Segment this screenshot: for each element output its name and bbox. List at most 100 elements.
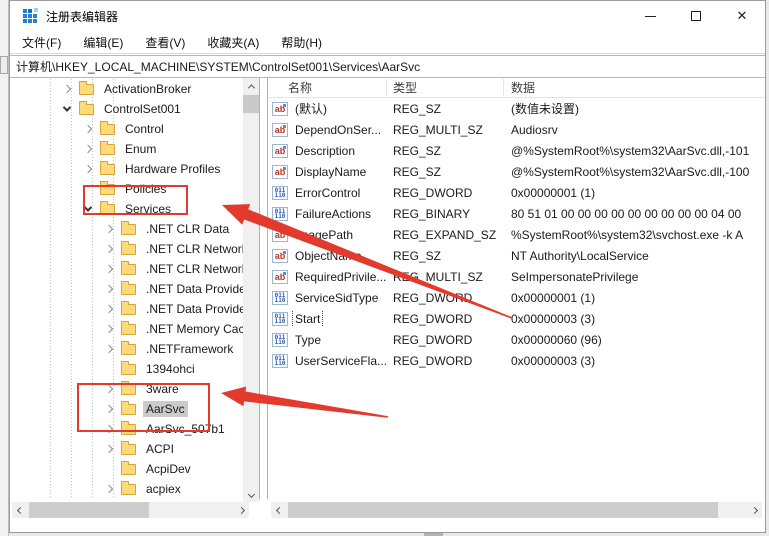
tree-item-net-clr-networking[interactable]: .NET CLR Networki (10, 239, 243, 259)
list-horizontal-scrollbar[interactable] (271, 502, 762, 518)
tree-item-net-memory-cache[interactable]: .NET Memory Cach (10, 319, 243, 339)
chevron-right-icon[interactable] (63, 85, 71, 93)
address-path: 计算机\HKEY_LOCAL_MACHINE\SYSTEM\ControlSet… (16, 58, 420, 75)
tree-item-acpiex[interactable]: acpiex (10, 479, 243, 499)
tree-item-1394ohci[interactable]: 1394ohci (10, 359, 243, 379)
scroll-left-icon[interactable] (12, 502, 28, 518)
tree-item-label: AcpiDev (143, 461, 194, 477)
scroll-down-icon[interactable] (243, 486, 259, 502)
tree-item-controlset001[interactable]: ControlSet001 (10, 99, 243, 119)
value-row-failureactions[interactable]: 011110FailureActionsREG_BINARY80 51 01 0… (268, 203, 765, 224)
value-row-displayname[interactable]: abDisplayNameREG_SZ@%SystemRoot%\system3… (268, 161, 765, 182)
folder-icon (121, 424, 136, 435)
scroll-right-icon[interactable] (746, 502, 762, 518)
value-name: Description (293, 143, 357, 159)
value-row-description[interactable]: abDescriptionREG_SZ@%SystemRoot%\system3… (268, 140, 765, 161)
menu-help[interactable]: 帮助(H) (281, 34, 322, 51)
tree-item-acpi[interactable]: ACPI (10, 439, 243, 459)
chevron-right-icon[interactable] (105, 225, 113, 233)
chevron-down-icon[interactable] (84, 203, 92, 211)
chevron-right-icon[interactable] (105, 265, 113, 273)
tree-item-netframework[interactable]: .NETFramework (10, 339, 243, 359)
close-button[interactable]: ✕ (719, 1, 765, 31)
menu-edit[interactable]: 编辑(E) (83, 34, 123, 51)
column-header-data[interactable]: 数据 (504, 79, 765, 96)
value-row-imagepath[interactable]: abImagePathREG_EXPAND_SZ%SystemRoot%\sys… (268, 224, 765, 245)
tree-item-label: AarSvc (143, 401, 188, 417)
tree-rows: ActivationBroker ControlSet001 Control E… (10, 79, 243, 499)
tree-item-policies[interactable]: Policies (10, 179, 243, 199)
scroll-left-icon[interactable] (271, 502, 287, 518)
tree-item-services[interactable]: Services (10, 199, 243, 219)
value-row-errorcontrol[interactable]: 011110ErrorControlREG_DWORD0x00000001 (1… (268, 182, 765, 203)
menu-file[interactable]: 文件(F) (22, 34, 61, 51)
tree-vertical-scrollbar[interactable] (243, 78, 259, 502)
tree-item-aarsvc[interactable]: AarSvc (10, 399, 243, 419)
titlebar[interactable]: 注册表编辑器 ✕ (10, 1, 765, 31)
value-row-requiredprivileges[interactable]: abRequiredPrivile...REG_MULTI_SZSeImpers… (268, 266, 765, 287)
menu-favorites[interactable]: 收藏夹(A) (207, 34, 259, 51)
folder-icon (100, 184, 115, 195)
chevron-right-icon[interactable] (84, 165, 92, 173)
tree-item-net-data-provider-2[interactable]: .NET Data Provider (10, 299, 243, 319)
tree-hscroll-thumb[interactable] (29, 502, 149, 518)
scroll-right-icon[interactable] (233, 502, 249, 518)
tree-item-3ware[interactable]: 3ware (10, 379, 243, 399)
chevron-right-icon[interactable] (105, 285, 113, 293)
value-type: REG_EXPAND_SZ (387, 228, 504, 242)
chevron-right-icon[interactable] (105, 385, 113, 393)
tree-item-net-data-provider[interactable]: .NET Data Provider (10, 279, 243, 299)
value-row-dependonservice[interactable]: abDependOnSer...REG_MULTI_SZAudiosrv (268, 119, 765, 140)
minimize-button[interactable] (627, 1, 673, 31)
value-type: REG_SZ (387, 144, 504, 158)
tree-item-control[interactable]: Control (10, 119, 243, 139)
chevron-right-icon[interactable] (84, 125, 92, 133)
maximize-button[interactable] (673, 1, 719, 31)
tree-item-net-clr-networking-2[interactable]: .NET CLR Networki (10, 259, 243, 279)
maximize-icon (691, 11, 701, 21)
menubar: 文件(F) 编辑(E) 查看(V) 收藏夹(A) 帮助(H) (10, 31, 765, 54)
value-row-type[interactable]: 011110TypeREG_DWORD0x00000060 (96) (268, 329, 765, 350)
list-hscroll-thumb[interactable] (288, 502, 718, 518)
chevron-right-icon[interactable] (105, 445, 113, 453)
background-widget-fragment (0, 56, 8, 74)
chevron-right-icon[interactable] (105, 425, 113, 433)
tree-item-acpidev[interactable]: AcpiDev (10, 459, 243, 479)
chevron-right-icon[interactable] (105, 405, 113, 413)
minimize-icon (645, 16, 656, 17)
tree-item-net-clr-data[interactable]: .NET CLR Data (10, 219, 243, 239)
value-name: UserServiceFla... (293, 353, 387, 369)
registry-editor-window: 注册表编辑器 ✕ 文件(F) 编辑(E) 查看(V) 收藏夹(A) 帮助(H) … (9, 0, 766, 533)
value-row-default[interactable]: ab(默认)REG_SZ(数值未设置) (268, 98, 765, 119)
tree-item-label: ACPI (143, 441, 177, 457)
chevron-right-icon[interactable] (105, 245, 113, 253)
value-type: REG_DWORD (387, 186, 504, 200)
tree-item-hardware-profiles[interactable]: Hardware Profiles (10, 159, 243, 179)
tree-item-enum[interactable]: Enum (10, 139, 243, 159)
tree-item-aarsvc-507b1[interactable]: AarSvc_507b1 (10, 419, 243, 439)
tree-horizontal-scrollbar[interactable] (12, 502, 249, 518)
chevron-right-icon[interactable] (105, 345, 113, 353)
chevron-right-icon[interactable] (105, 305, 113, 313)
address-bar[interactable]: 计算机\HKEY_LOCAL_MACHINE\SYSTEM\ControlSet… (10, 55, 765, 78)
value-type: REG_SZ (387, 165, 504, 179)
column-header-type[interactable]: 类型 (387, 79, 504, 96)
chevron-right-icon[interactable] (84, 145, 92, 153)
tree-item-activationbroker[interactable]: ActivationBroker (10, 79, 243, 99)
binary-value-icon: 011110 (272, 207, 288, 221)
column-header-name[interactable]: 名称 (268, 79, 387, 96)
tree-item-label: acpiex (143, 481, 184, 497)
chevron-right-icon[interactable] (105, 325, 113, 333)
tree-vscroll-thumb[interactable] (243, 95, 259, 113)
folder-icon (121, 364, 136, 375)
folder-icon (121, 244, 136, 255)
chevron-right-icon[interactable] (105, 485, 113, 493)
value-row-servicesidtype[interactable]: 011110ServiceSidTypeREG_DWORD0x00000001 … (268, 287, 765, 308)
value-row-userserviceflags[interactable]: 011110UserServiceFla...REG_DWORD0x000000… (268, 350, 765, 371)
menu-view[interactable]: 查看(V) (145, 34, 185, 51)
value-data: %SystemRoot%\system32\svchost.exe -k A (504, 228, 765, 242)
value-row-start[interactable]: 011110StartREG_DWORD0x00000003 (3) (268, 308, 765, 329)
chevron-down-icon[interactable] (63, 103, 71, 111)
scroll-up-icon[interactable] (243, 78, 259, 94)
value-row-objectname[interactable]: abObjectNameREG_SZNT Authority\LocalServ… (268, 245, 765, 266)
